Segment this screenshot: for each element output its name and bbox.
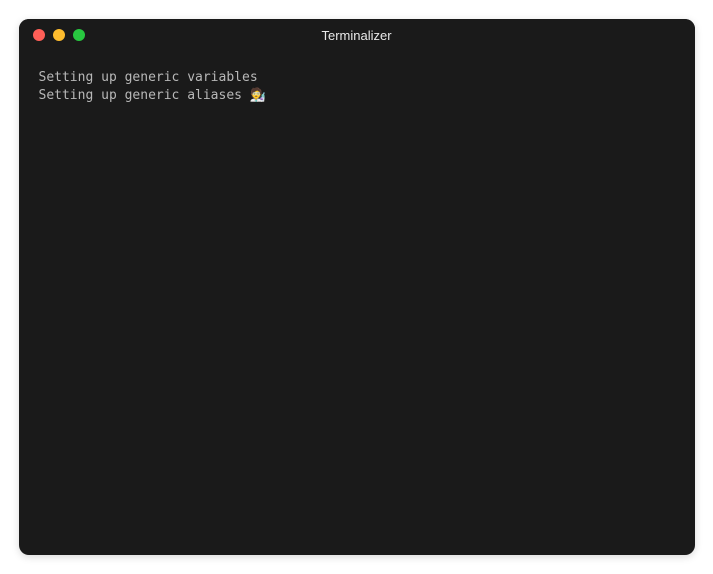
- minimize-button[interactable]: [53, 29, 65, 41]
- terminal-window: Terminalizer Setting up generic variable…: [19, 19, 695, 555]
- close-button[interactable]: [33, 29, 45, 41]
- terminal-line: Setting up generic variables: [39, 69, 675, 87]
- maximize-button[interactable]: [73, 29, 85, 41]
- window-title: Terminalizer: [321, 28, 391, 43]
- traffic-lights: [19, 29, 85, 41]
- title-bar: Terminalizer: [19, 19, 695, 51]
- terminal-body[interactable]: Setting up generic variables Setting up …: [19, 51, 695, 555]
- terminal-line: Setting up generic aliases 🧑‍🔬: [39, 87, 675, 105]
